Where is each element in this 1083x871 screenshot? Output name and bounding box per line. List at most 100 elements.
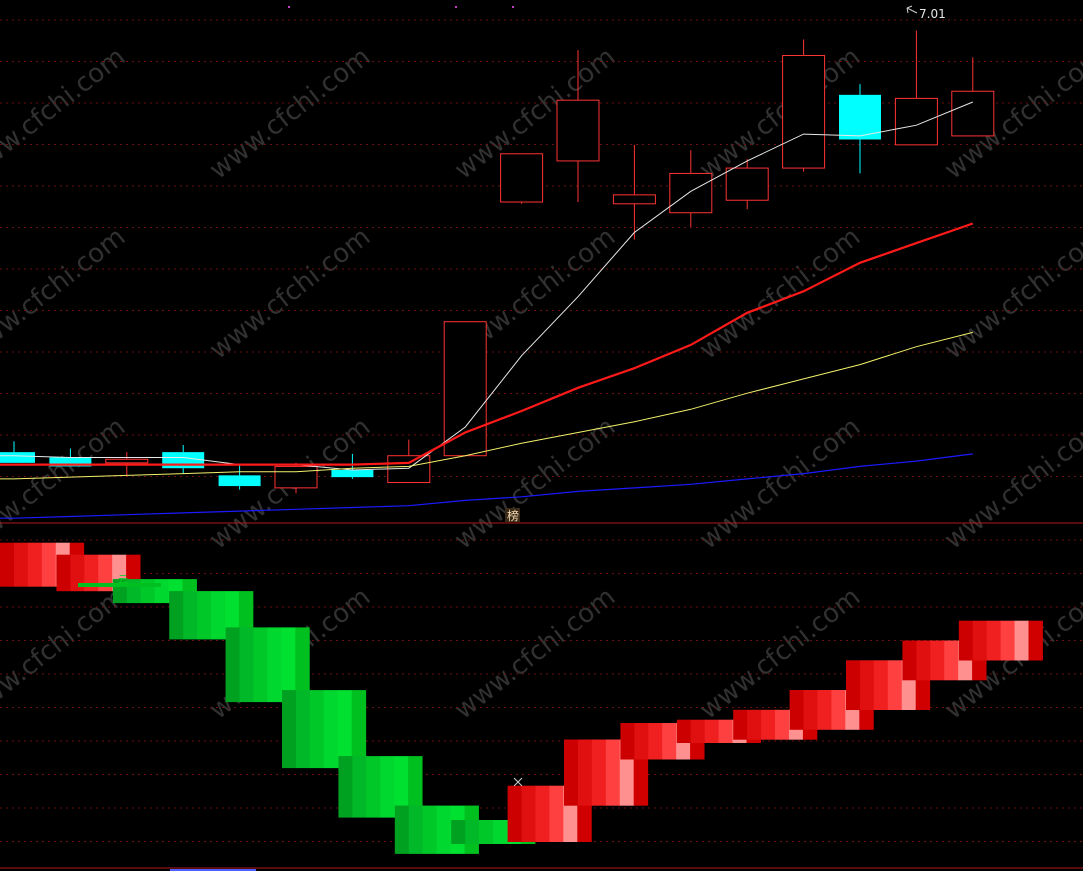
indicator-block-stripe (733, 709, 748, 740)
watermark-text: www.cfchi.com (694, 412, 866, 556)
indicator-block-stripe (366, 756, 381, 818)
bang-tag: 榜 (505, 508, 520, 523)
indicator-block-stripe (789, 690, 805, 730)
indicator-block-stripe (338, 756, 353, 818)
indicator-block-stripe (1014, 620, 1029, 661)
watermark-text: www.cfchi.com (939, 222, 1083, 366)
indicator-block-stripe (309, 690, 325, 769)
indicator-block-stripe (225, 627, 241, 703)
indicator-block-stripe (564, 739, 579, 806)
indicator-block-stripe (282, 690, 297, 769)
candle (951, 57, 995, 137)
indicator-block-stripe (902, 640, 917, 681)
indicator-block-stripe (169, 591, 184, 640)
indicator-block-stripe (577, 739, 593, 806)
candle (500, 153, 544, 204)
candle-body (105, 458, 149, 464)
watermark-text: www.cfchi.com (0, 582, 131, 726)
indicator-block-stripe (887, 660, 903, 710)
indicator-block-stripe (1028, 620, 1043, 661)
candle (839, 84, 881, 174)
watermark-text: www.cfchi.com (939, 412, 1083, 556)
candle-body (218, 475, 261, 487)
indicator-block-stripe (451, 820, 466, 844)
indicator-block-stripe (620, 723, 635, 760)
indicator-block-stripe (1000, 620, 1016, 661)
indicator-block-stripe (0, 542, 15, 587)
high-price-label: 7.01 (906, 5, 946, 21)
indicator-block-stripe (239, 627, 254, 703)
high-price-value: 7.01 (919, 7, 946, 21)
indicator-block-stripe (972, 620, 988, 661)
indicator-block-stripe (930, 640, 945, 681)
indicator-block-stripe (507, 785, 523, 842)
indicator-block-stripe (253, 627, 268, 703)
candle-body (951, 90, 995, 137)
watermark-text: www.cfchi.com (0, 42, 131, 186)
candle-body (669, 172, 713, 214)
indicator-block-stripe (323, 690, 339, 769)
indicator-block-stripe (140, 579, 156, 604)
candle (218, 464, 261, 490)
watermark-text: www.cfchi.com (204, 42, 376, 186)
bang-tag-label: 榜 (507, 508, 519, 523)
indicator-block-stripe (493, 820, 508, 844)
indicator-block-stripe (211, 591, 226, 640)
indicator-block-stripe (295, 690, 311, 769)
indicator-block-stripe (704, 719, 720, 743)
watermark-text: www.cfchi.com (0, 222, 131, 366)
chart-canvas[interactable]: www.cfchi.com www.cfchi.com www.cfchi.com w… (0, 0, 1083, 871)
indicator-block-stripe (56, 554, 71, 592)
indicator-block-stripe (267, 627, 282, 703)
candle-body (725, 167, 769, 201)
indicator-block-stripe (676, 719, 692, 743)
top-tick (288, 6, 290, 8)
indicator-block-stripe (41, 542, 57, 587)
indicator-block-stripe (817, 690, 832, 730)
indicator-block-stripe (761, 709, 776, 740)
indicator-block-stripe (521, 785, 536, 842)
indicator-block-stripe (479, 820, 494, 844)
indicator-block-stripe (197, 591, 212, 640)
indicator-block-stripe (958, 620, 974, 661)
candle-body (0, 452, 35, 463)
candle-body (162, 452, 205, 469)
indicator-blocks (0, 542, 1043, 854)
indicator-block-stripe (535, 785, 550, 842)
indicator-block-stripe (27, 542, 43, 587)
candle (612, 144, 656, 240)
indicator-block-stripe (873, 660, 889, 710)
indicator-block-stripe (662, 723, 677, 760)
indicator-block-stripe (591, 739, 607, 806)
indicator-block-stripe (916, 640, 931, 681)
indicator-block-stripe (634, 723, 649, 760)
candle-body (500, 153, 544, 203)
top-tick (512, 6, 514, 8)
candle (0, 441, 35, 463)
indicator-panel[interactable]: 云 (0, 542, 1043, 854)
candle-body (556, 99, 600, 162)
cross-marker (513, 777, 523, 787)
indicator-block-stripe (154, 579, 170, 604)
indicator-block-stripe (549, 785, 564, 842)
candle (387, 439, 431, 484)
watermark-text: www.cfchi.com (0, 412, 131, 556)
indicator-block-stripe (986, 620, 1002, 661)
watermark-text: www.cfchi.com (204, 222, 376, 366)
candle-body (894, 97, 938, 146)
indicator-block-stripe (944, 640, 959, 681)
candle-body (782, 55, 826, 169)
top-tick-marks (288, 6, 514, 8)
indicator-block-stripe (648, 723, 663, 760)
indicator-block-stripe (605, 739, 621, 806)
top-tick (455, 6, 457, 8)
candle-body (612, 194, 656, 205)
watermark-text: www.cfchi.com (449, 582, 621, 726)
indicator-block-stripe (183, 591, 198, 640)
indicator-block-stripe (846, 660, 861, 710)
watermark-text: www.cfchi.com (694, 222, 866, 366)
indicator-block-stripe (690, 719, 706, 743)
indicator-block-stripe (394, 805, 410, 854)
indicator-block-stripe (831, 690, 846, 730)
indicator-block-stripe (408, 805, 424, 854)
